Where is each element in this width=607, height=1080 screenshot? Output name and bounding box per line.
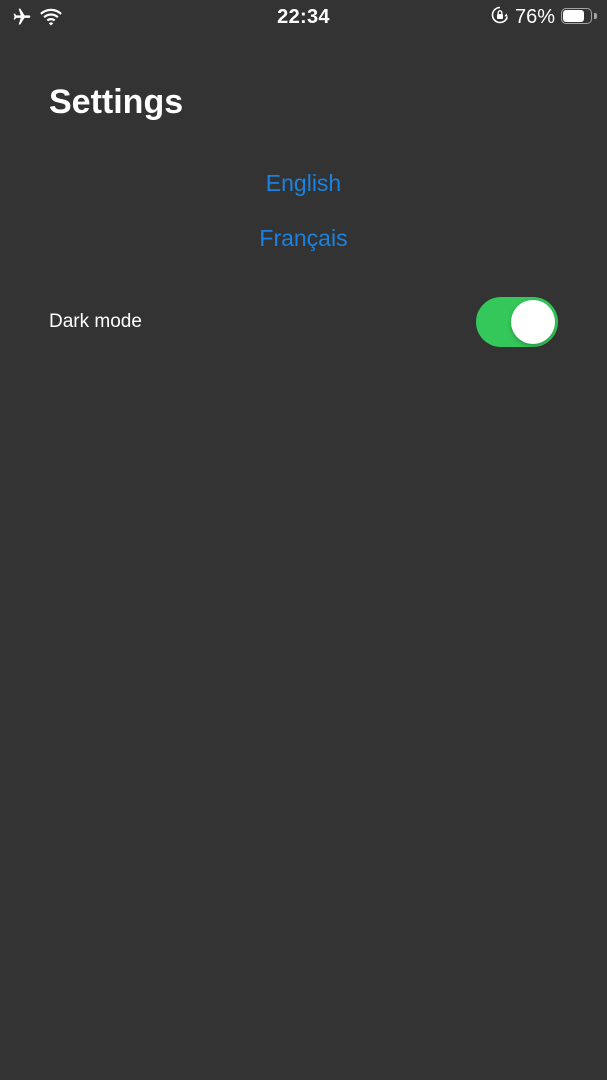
language-list: English Français — [0, 168, 607, 253]
dark-mode-row: Dark mode — [49, 297, 559, 347]
dark-mode-toggle[interactable] — [476, 297, 558, 347]
battery-percent: 76% — [514, 6, 555, 28]
battery-icon — [561, 8, 597, 26]
language-option-english[interactable]: English — [0, 168, 607, 198]
dark-mode-label: Dark mode — [49, 311, 142, 332]
status-bar: 22:34 76% — [0, 0, 607, 34]
status-right-group: 76% — [491, 5, 597, 29]
battery-fill — [563, 10, 584, 22]
language-option-francais[interactable]: Français — [0, 223, 607, 253]
toggle-knob — [511, 300, 555, 344]
orientation-lock-icon — [491, 6, 509, 29]
page-title: Settings — [49, 83, 184, 121]
